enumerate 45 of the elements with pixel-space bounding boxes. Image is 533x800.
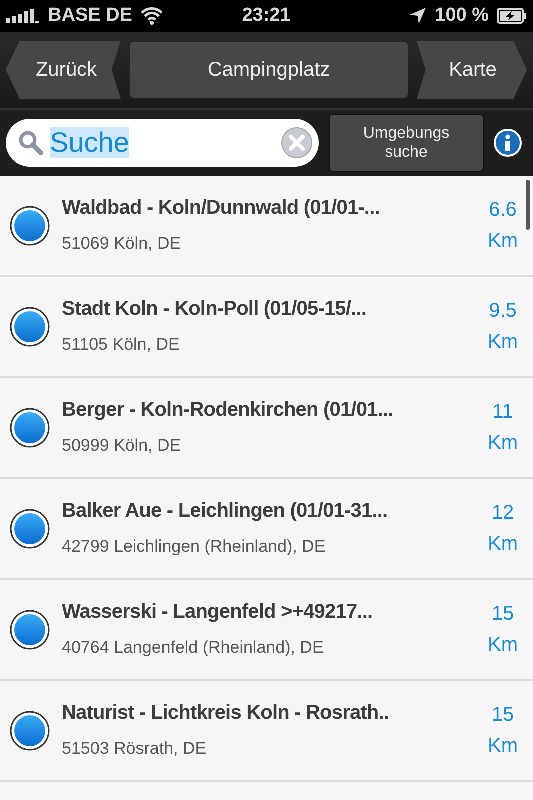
distance-value: 12 (492, 502, 514, 524)
wifi-icon (140, 7, 164, 25)
scrollbar (526, 180, 530, 230)
signal-icon (6, 9, 40, 23)
search-text: Suche (50, 127, 130, 158)
place-name: Waldbad - Koln/Dunnwald (01/01-... (62, 197, 381, 220)
location-arrow-icon (409, 7, 428, 25)
place-marker-icon (10, 306, 50, 346)
place-address: 51069 Köln, DE (62, 234, 182, 254)
clock-time: 23:21 (242, 5, 291, 27)
distance-value: 6.6 (489, 198, 517, 222)
place-marker-icon (10, 610, 50, 650)
distance-value: 15 (492, 704, 514, 726)
distance-unit: Km (488, 432, 518, 454)
place-name: Stadt Koln - Koln-Poll (01/05-15/... (62, 298, 368, 321)
place-address: 51105 Köln, DE (62, 335, 181, 355)
battery-charging-icon (497, 8, 528, 24)
distance-unit: Km (488, 734, 518, 758)
place-marker-icon (10, 710, 50, 750)
place-name: Balker Aue - Leichlingen (01/01-31... (62, 500, 389, 523)
place-name: Wasserski - Langenfeld >+49217... (62, 601, 374, 624)
back-button[interactable]: Zurück (6, 41, 121, 99)
place-marker-icon (10, 206, 50, 246)
search-icon (18, 130, 44, 156)
distance-value: 9.5 (489, 300, 517, 322)
place-address: 42799 Leichlingen (Rheinland), DE (62, 537, 327, 557)
distance-unit: Km (488, 230, 518, 252)
place-name: Berger - Koln-Rodenkirchen (01/01... (62, 399, 394, 422)
nearby-search-button[interactable]: Umgebungs suche (329, 114, 484, 172)
place-address: 40764 Langenfeld (Rheinland), DE (62, 638, 325, 658)
place-address: 50999 Köln, DE (62, 436, 182, 456)
distance-value: 11 (492, 400, 514, 424)
distance-unit: Km (488, 330, 518, 354)
distance-unit: Km (488, 634, 518, 656)
place-marker-icon (10, 408, 50, 448)
map-button[interactable]: Karte (417, 41, 527, 99)
info-icon[interactable] (494, 129, 522, 157)
carrier-name: BASE DE (48, 5, 132, 27)
distance-unit: Km (488, 532, 518, 556)
place-address: 51503 Rösrath, DE (62, 739, 208, 759)
distance-value: 15 (492, 602, 514, 626)
place-name: Naturist - Lichtkreis Koln - Rosrath.. (62, 702, 390, 725)
category-title-button[interactable]: Campingplatz (129, 41, 409, 99)
battery-percent: 100 % (435, 5, 490, 27)
place-marker-icon (10, 508, 50, 548)
